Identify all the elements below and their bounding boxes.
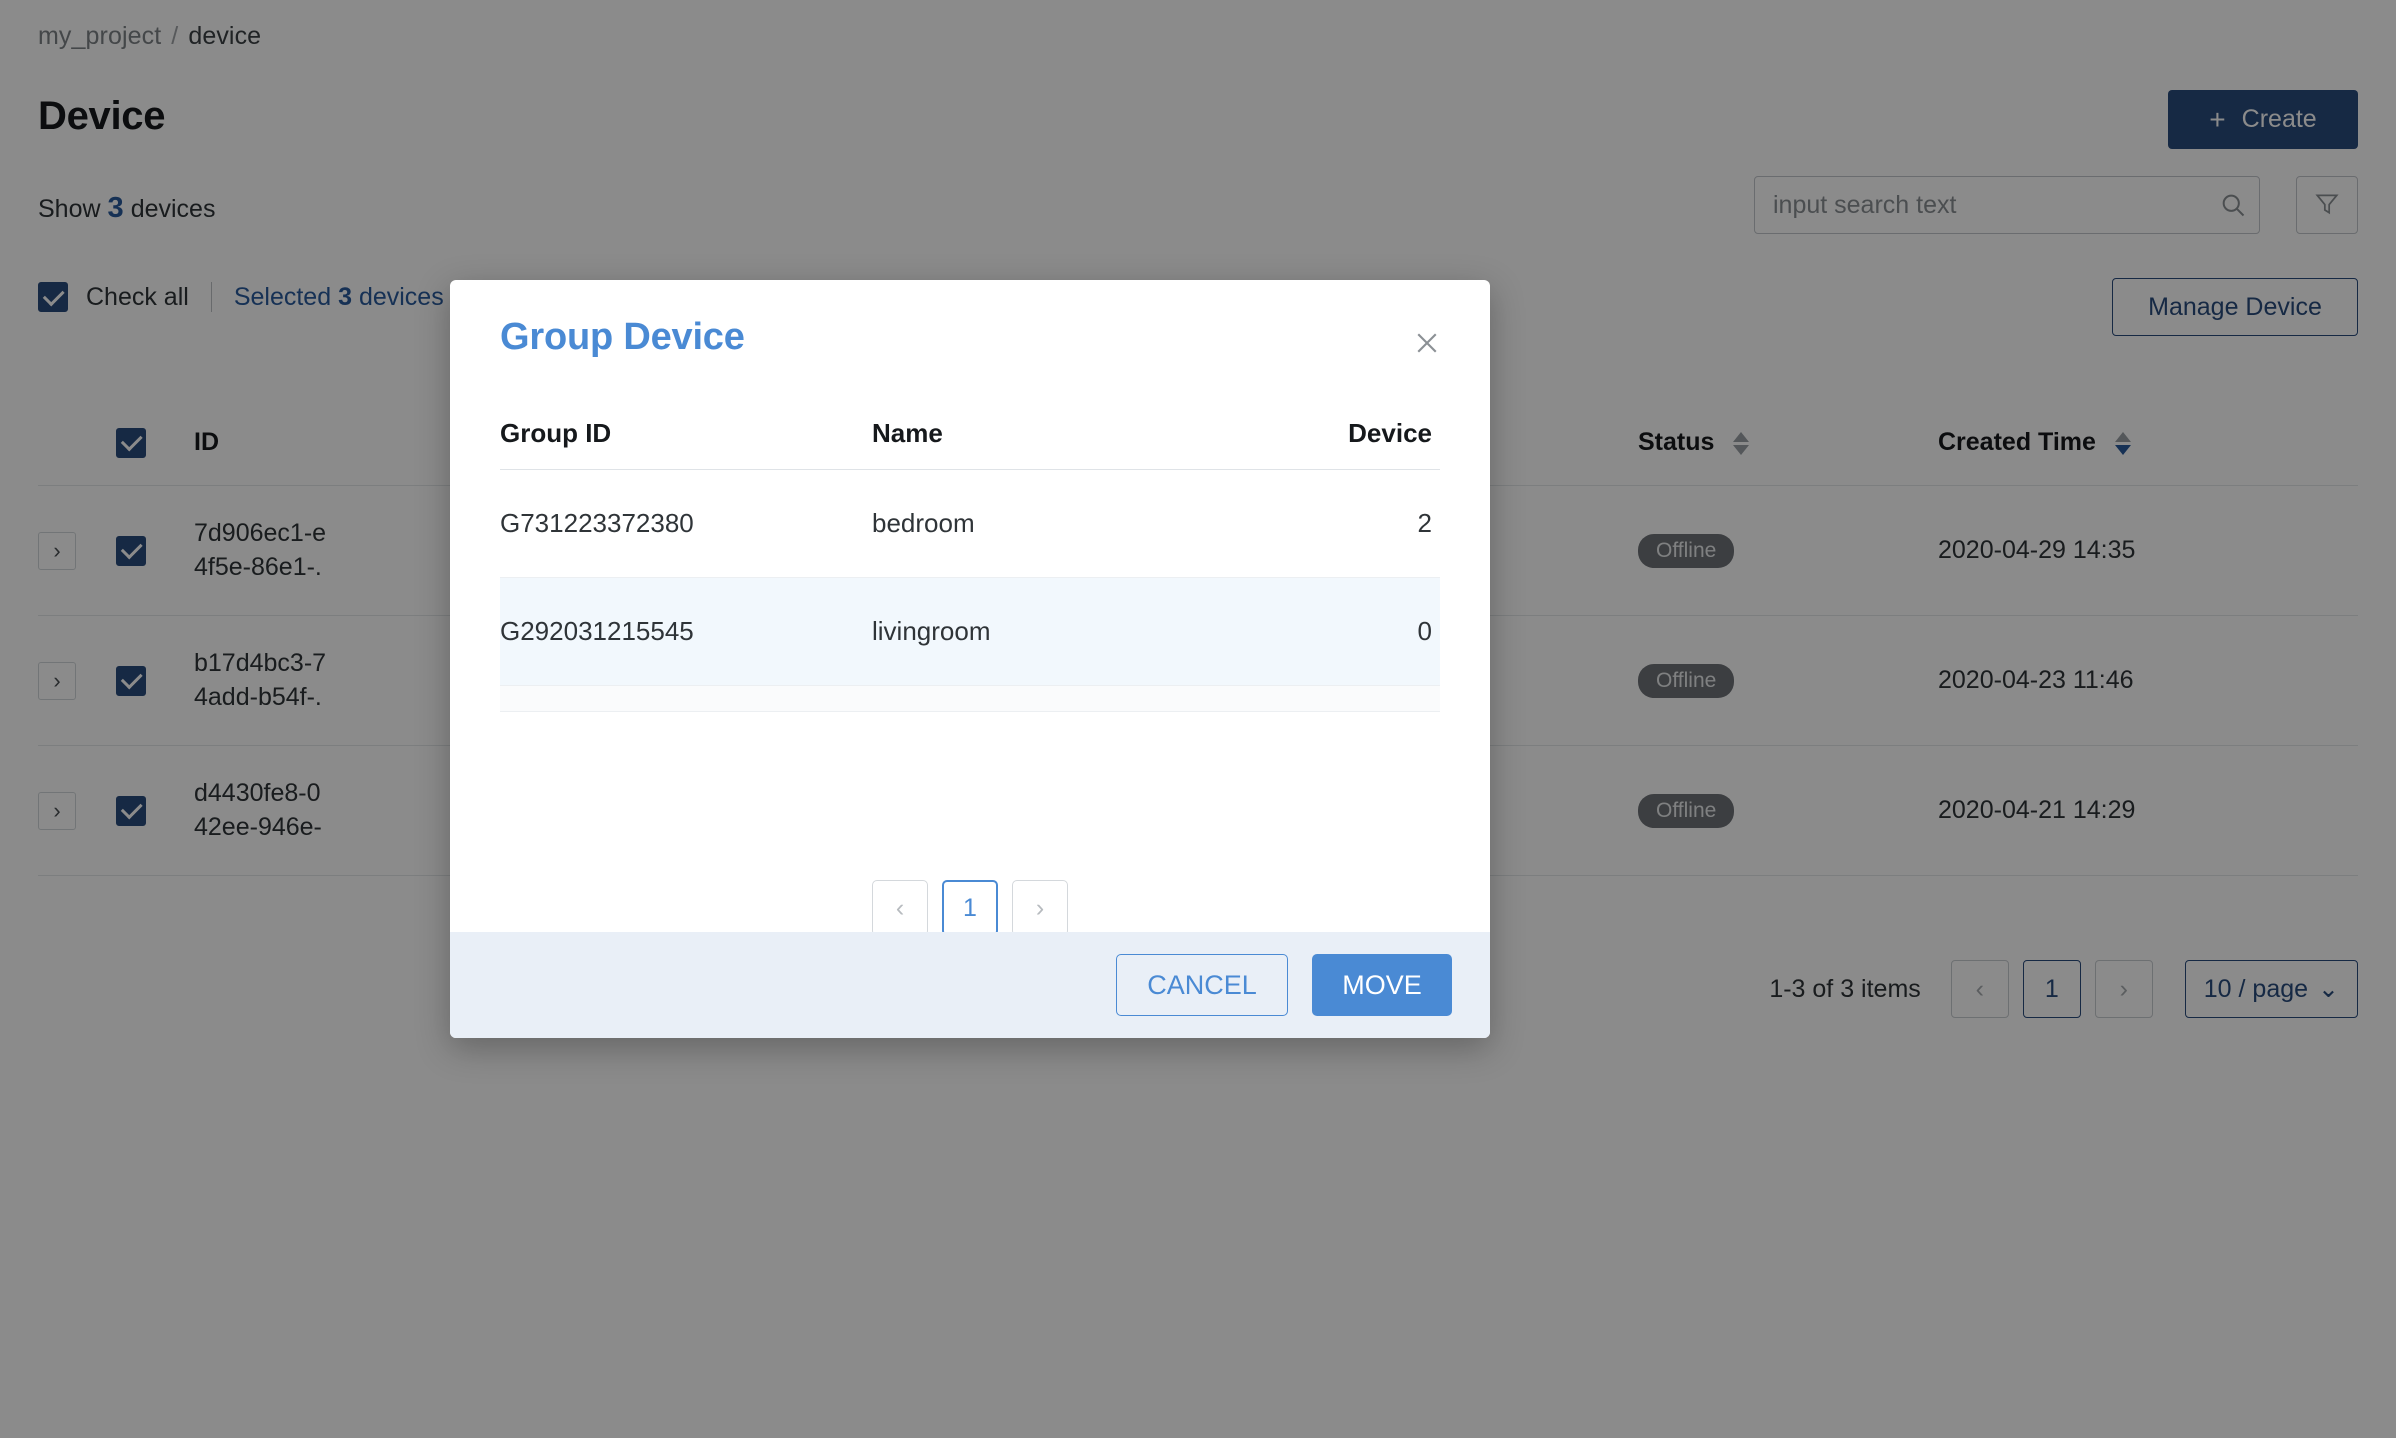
app-root: my_project / device Device Show 3 devices + …	[0, 0, 2396, 1438]
modal-pagination-prev-button[interactable]: ‹	[872, 880, 928, 936]
group-table-row-selected[interactable]: G292031215545 livingroom 0	[500, 578, 1440, 686]
group-column-header-device: Device	[1348, 418, 1432, 448]
modal-pagination: ‹ 1 ›	[450, 880, 1490, 936]
modal-header: Group Device	[450, 280, 1490, 398]
group-row-group-id: G731223372380	[500, 508, 694, 538]
modal-pagination-next-button[interactable]: ›	[1012, 880, 1068, 936]
modal-pagination-page-1-button[interactable]: 1	[942, 880, 998, 936]
group-table: Group ID Name Device G731223372380 bedro…	[500, 398, 1440, 686]
move-button[interactable]: MOVE	[1312, 954, 1452, 1016]
group-row-device-count: 0	[1417, 616, 1432, 646]
group-table-header-row: Group ID Name Device	[500, 398, 1440, 470]
group-row-group-id: G292031215545	[500, 616, 694, 646]
group-row-name: livingroom	[872, 616, 991, 646]
chevron-right-icon: ›	[1035, 893, 1045, 922]
group-row-device-count: 2	[1417, 508, 1432, 538]
group-device-modal: Group Device Group ID Name Device G73122…	[450, 280, 1490, 1038]
chevron-left-icon: ‹	[895, 893, 905, 922]
group-row-name: bedroom	[872, 508, 975, 538]
group-column-header-group-id: Group ID	[500, 418, 612, 448]
cancel-button[interactable]: CANCEL	[1116, 954, 1288, 1016]
group-column-header-name: Name	[872, 418, 943, 448]
modal-footer: CANCEL MOVE	[450, 932, 1490, 1038]
modal-title: Group Device	[500, 316, 745, 358]
group-table-row[interactable]: G731223372380 bedroom 2	[500, 470, 1440, 578]
group-table-filler-row	[500, 686, 1440, 712]
modal-table-scrollbar[interactable]	[1476, 458, 1484, 758]
close-icon[interactable]	[1406, 322, 1448, 364]
